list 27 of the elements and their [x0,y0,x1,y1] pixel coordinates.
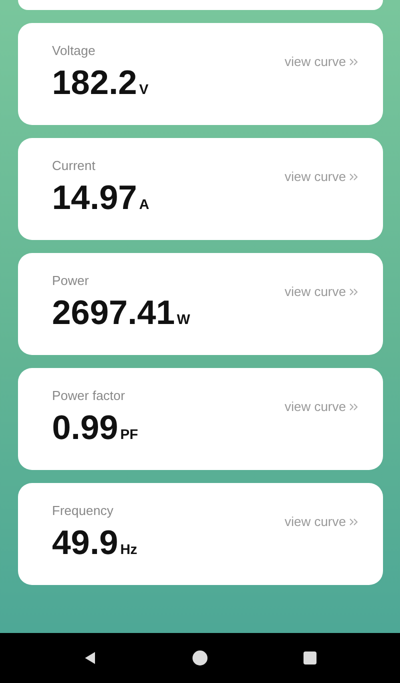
metric-card[interactable]: Frequency 49.9 Hz view curve [18,483,383,585]
metric-label: Current [52,158,96,173]
metric-unit: V [139,81,148,97]
double-chevron-icon [349,58,359,66]
metric-value: 0.99 [52,409,118,448]
double-chevron-icon [349,518,359,526]
metric-card[interactable]: Current 14.97 A view curve [18,138,383,240]
metric-unit: A [139,196,150,212]
metric-unit: Hz [120,541,138,557]
double-chevron-icon [349,172,359,180]
metric-value: 14.97 [52,179,138,218]
metric-value: 2697.41 [52,294,175,333]
metric-label: Voltage [52,43,96,58]
metric-value: 49.9 [52,524,118,563]
metric-value: 182.2 [52,64,138,103]
recents-icon[interactable] [302,650,318,666]
metric-unit: PF [120,426,138,442]
metric-label: Power factor [52,388,126,403]
metric-label: Power [52,273,90,288]
metric-label: Frequency [52,503,114,518]
double-chevron-icon [349,288,359,296]
metric-unit: W [176,311,190,327]
metric-card[interactable]: Power 2697.41 W view curve [18,253,383,355]
double-chevron-icon [349,402,359,410]
home-icon[interactable] [192,650,208,666]
metric-card[interactable]: Voltage 182.2 V view curve [18,23,383,125]
metric-card[interactable]: Power factor 0.99 PF view curve [18,368,383,470]
